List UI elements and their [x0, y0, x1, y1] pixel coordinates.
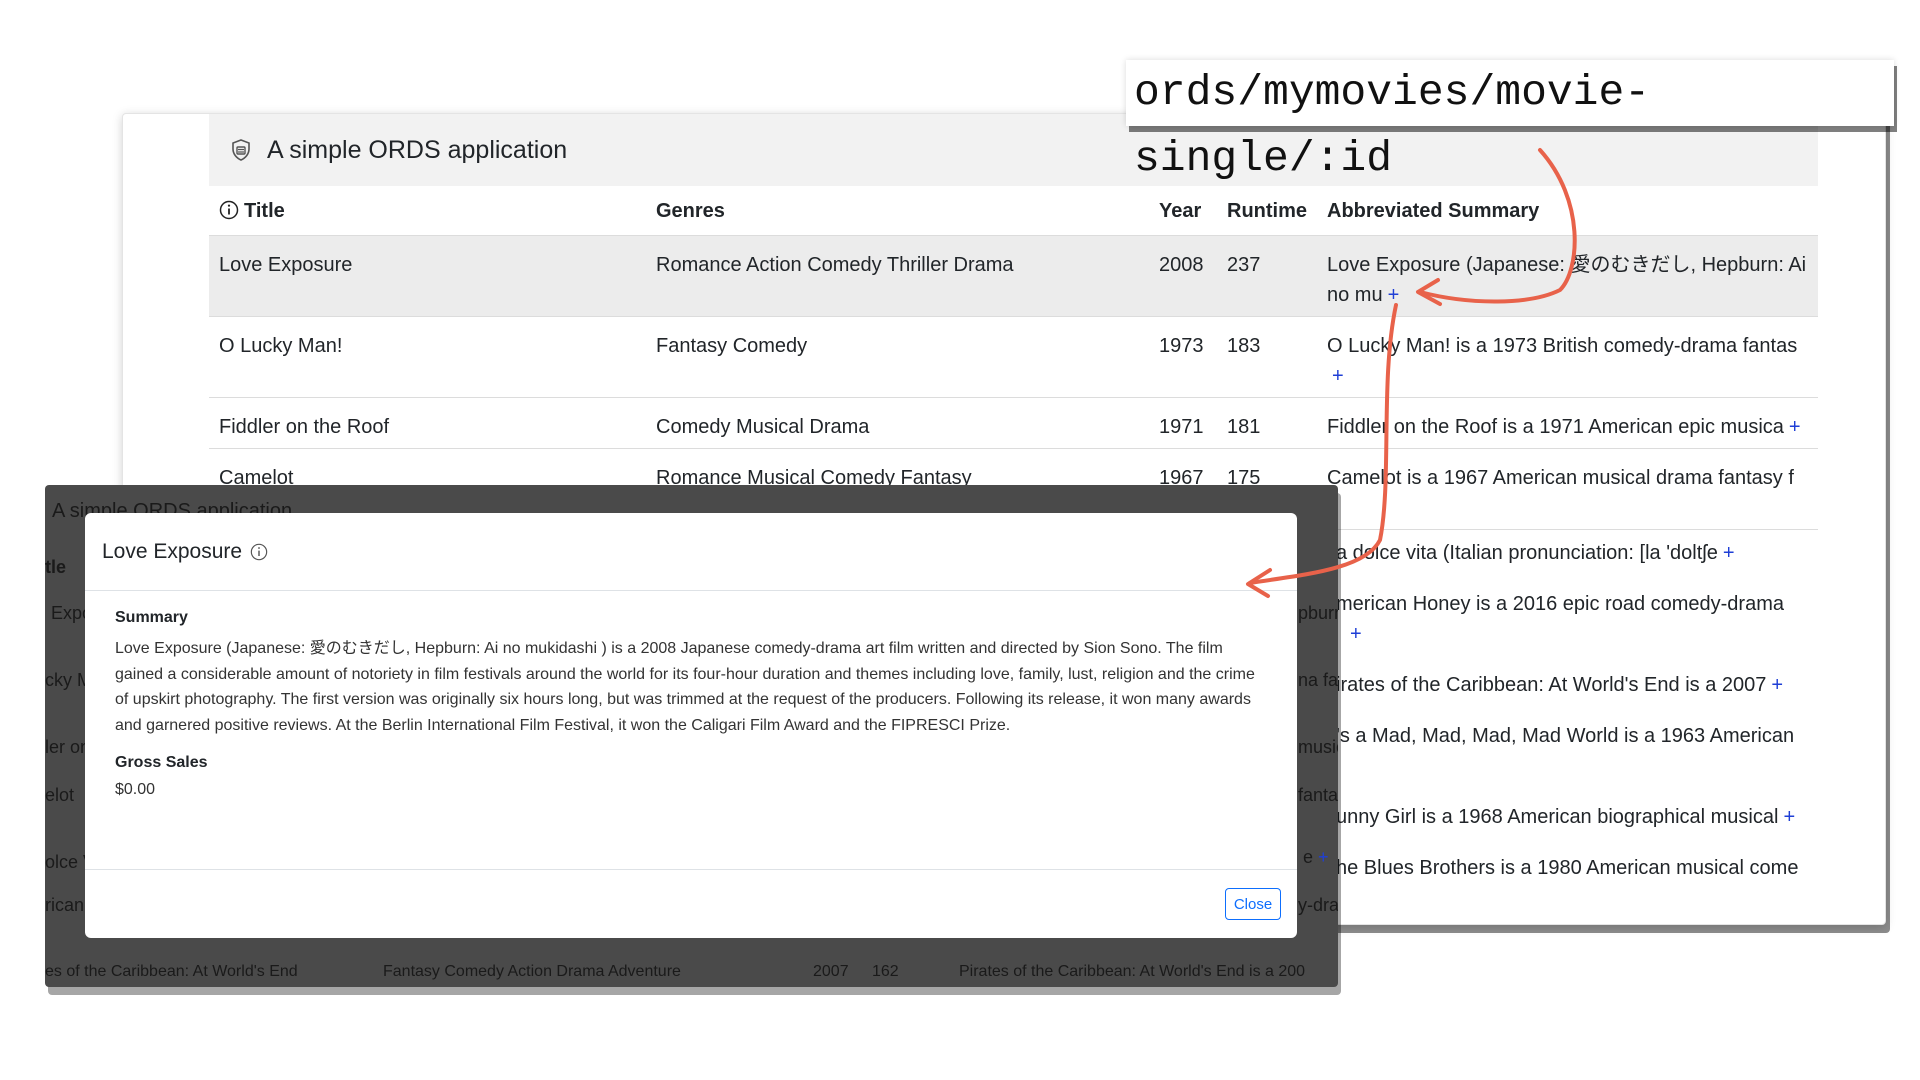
gross-sales-label: Gross Sales	[115, 754, 208, 771]
summary-text: he Blues Brothers is a 1980 American mus…	[1336, 857, 1799, 879]
column-header-title[interactable]: Title	[209, 186, 646, 236]
summary-text: O Lucky Man! is a 1973 British comedy-dr…	[1327, 335, 1798, 357]
cell-runtime: 183	[1227, 335, 1261, 357]
summary-text: a dolce vita (Italian pronunciation: [la…	[1336, 542, 1718, 564]
table-row[interactable]: Fiddler on the Roof Comedy Musical Drama…	[209, 398, 1818, 449]
expand-summary-link[interactable]: +	[1388, 284, 1400, 306]
app-logo-icon	[232, 139, 250, 161]
summary-text: unny Girl is a 1968 American biographica…	[1336, 806, 1779, 828]
summary-fragment: irates of the Caribbean: At World's End …	[1336, 674, 1783, 697]
overlay-fragment: y-dra	[1298, 895, 1338, 915]
overlay-fragment: pburn	[1298, 603, 1338, 623]
cell-summary: Fiddler on the Roof is a 1971 American e…	[1317, 398, 1818, 448]
summary-label: Summary	[115, 609, 188, 626]
table-row[interactable]: Love Exposure Romance Action Comedy Thri…	[209, 236, 1818, 317]
column-header-runtime[interactable]: Runtime	[1217, 186, 1317, 236]
cell-summary: Camelot is a 1967 American musical drama…	[1317, 449, 1818, 529]
column-header-genres[interactable]: Genres	[646, 186, 1149, 236]
cell-year: 1971	[1159, 416, 1204, 438]
overlay-fragment: tle	[45, 557, 67, 577]
overlay-fragment: music	[1298, 737, 1338, 757]
summary-text: Fiddler on the Roof is a 1971 American e…	[1327, 416, 1784, 438]
cell-runtime: 181	[1227, 416, 1261, 438]
movie-table: Title Genres Year Runtime Abbreviated Su…	[209, 186, 1818, 530]
summary-fragment: 's a Mad, Mad, Mad, Mad World is a 1963 …	[1336, 725, 1794, 748]
overlay-fragment: na fa	[1298, 670, 1338, 690]
overlay-fragment: elot	[45, 785, 75, 805]
route-label: ords/mymovies/movie-single/:id	[1126, 60, 1894, 183]
info-icon[interactable]	[250, 543, 268, 561]
modal-footer: Close	[85, 869, 1297, 938]
expand-summary-link[interactable]: +	[1771, 674, 1783, 696]
overlay-fragment: fanta	[1298, 785, 1338, 805]
column-header-title-label: Title	[244, 199, 285, 222]
expand-summary-link[interactable]: +	[1723, 542, 1735, 564]
cell-title: Fiddler on the Roof	[219, 416, 390, 438]
summary-fragment: he Blues Brothers is a 1980 American mus…	[1336, 857, 1798, 880]
overlay-row-summary: Pirates of the Caribbean: At World's End…	[959, 963, 1306, 980]
modal-body: Summary Love Exposure (Japanese: 愛のむきだし,…	[85, 591, 1297, 799]
column-header-summary[interactable]: Abbreviated Summary	[1317, 186, 1818, 236]
overlay-row-genres: Fantasy Comedy Action Drama Adventure	[383, 963, 681, 980]
cell-year: 1973	[1159, 335, 1204, 357]
modal-header: Love Exposure	[85, 513, 1297, 591]
table-header-row: Title Genres Year Runtime Abbreviated Su…	[209, 186, 1818, 236]
cell-genres: Fantasy Comedy	[656, 335, 808, 357]
movie-detail-modal: Love Exposure Summary Love Exposure (Jap…	[85, 513, 1297, 938]
table-row[interactable]: O Lucky Man! Fantasy Comedy 1973 183 O L…	[209, 317, 1818, 398]
gross-sales-value: $0.00	[115, 781, 156, 798]
overlay-fragment: e +	[1303, 847, 1329, 868]
summary-fragment: a dolce vita (Italian pronunciation: [la…	[1336, 542, 1735, 565]
app-title: A simple ORDS application	[267, 135, 568, 164]
cell-genres: Comedy Musical Drama	[656, 416, 870, 438]
close-button[interactable]: Close	[1225, 888, 1281, 920]
overlay-fragment: ler on	[45, 737, 91, 757]
overlay-row-runtime: 162	[872, 963, 899, 980]
summary-text: irates of the Caribbean: At World's End …	[1336, 674, 1767, 696]
cell-title: Love Exposure	[219, 254, 353, 276]
column-header-year[interactable]: Year	[1149, 186, 1217, 236]
cell-summary: Love Exposure (Japanese: 愛のむきだし, Hepburn…	[1317, 236, 1818, 316]
cell-summary: O Lucky Man! is a 1973 British comedy-dr…	[1317, 317, 1818, 397]
cell-runtime: 237	[1227, 254, 1261, 276]
overlay-row-year: 2007	[813, 963, 849, 980]
summary-text: merican Honey is a 2016 epic road comedy…	[1336, 593, 1784, 615]
expand-summary-link[interactable]: +	[1789, 416, 1801, 438]
modal-title: Love Exposure	[102, 539, 243, 563]
overlay-fragment: rican	[45, 895, 85, 915]
summary-text: Camelot is a 1967 American musical drama…	[1327, 467, 1794, 489]
overlay-fragment-text: e	[1303, 847, 1314, 867]
info-icon[interactable]	[219, 200, 239, 220]
cell-genres: Romance Action Comedy Thriller Drama	[656, 254, 1014, 276]
cell-title: O Lucky Man!	[219, 335, 343, 357]
summary-text: 's a Mad, Mad, Mad, Mad World is a 1963 …	[1336, 725, 1795, 747]
overlay-row-title: es of the Caribbean: At World's End	[45, 963, 298, 980]
overlay-plus: +	[1318, 847, 1329, 867]
summary-text: Love Exposure (Japanese: 愛のむきだし, Hepburn…	[115, 640, 1255, 734]
expand-summary-link[interactable]: +	[1783, 806, 1795, 828]
expand-summary-link[interactable]: +	[1350, 623, 1362, 646]
expand-summary-link[interactable]: +	[1332, 365, 1344, 387]
summary-fragment: merican Honey is a 2016 epic road comedy…	[1336, 593, 1784, 616]
cell-year: 2008	[1159, 254, 1204, 276]
summary-fragment: unny Girl is a 1968 American biographica…	[1336, 806, 1795, 829]
